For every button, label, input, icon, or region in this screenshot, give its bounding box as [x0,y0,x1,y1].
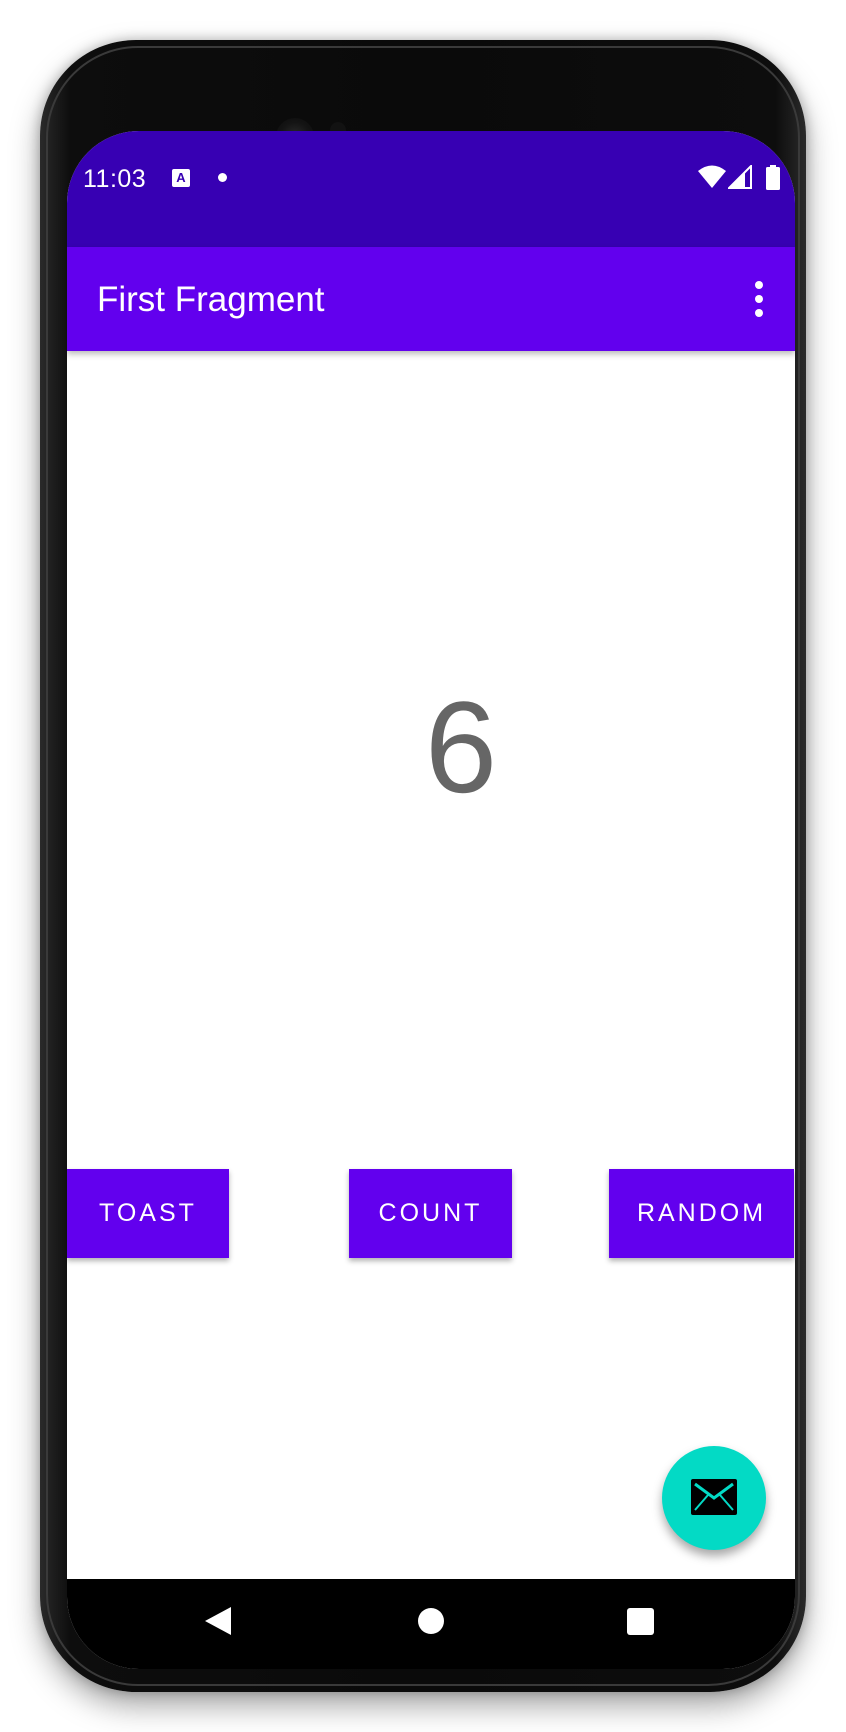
app-bar: First Fragment [67,247,795,351]
battery-icon [766,165,780,190]
status-time: 11:03 [83,165,147,193]
status-bar: 11:03 A [67,131,795,247]
random-button[interactable]: RANDOM [609,1169,794,1258]
stage: 11:03 A First Fragment 6 TOAST COUNT RAN… [0,0,846,1732]
accessibility-a-icon: A [172,169,190,187]
toast-button[interactable]: TOAST [67,1169,229,1258]
fragment-content: 6 TOAST COUNT RANDOM [67,351,795,1579]
wifi-icon [698,165,726,188]
device-screen: 11:03 A First Fragment 6 TOAST COUNT RAN… [67,131,795,1669]
email-icon [691,1479,737,1515]
count-display: 6 [424,674,498,820]
page-title: First Fragment [97,280,325,319]
home-icon[interactable] [418,1608,444,1634]
count-button[interactable]: COUNT [349,1169,512,1258]
system-nav-bar [67,1579,795,1669]
recents-icon[interactable] [627,1608,654,1635]
overflow-menu-icon[interactable] [741,279,777,319]
notification-dot-icon [218,173,227,182]
back-icon[interactable] [204,1606,232,1636]
cell-signal-icon [728,165,752,189]
email-fab-button[interactable] [662,1446,766,1550]
